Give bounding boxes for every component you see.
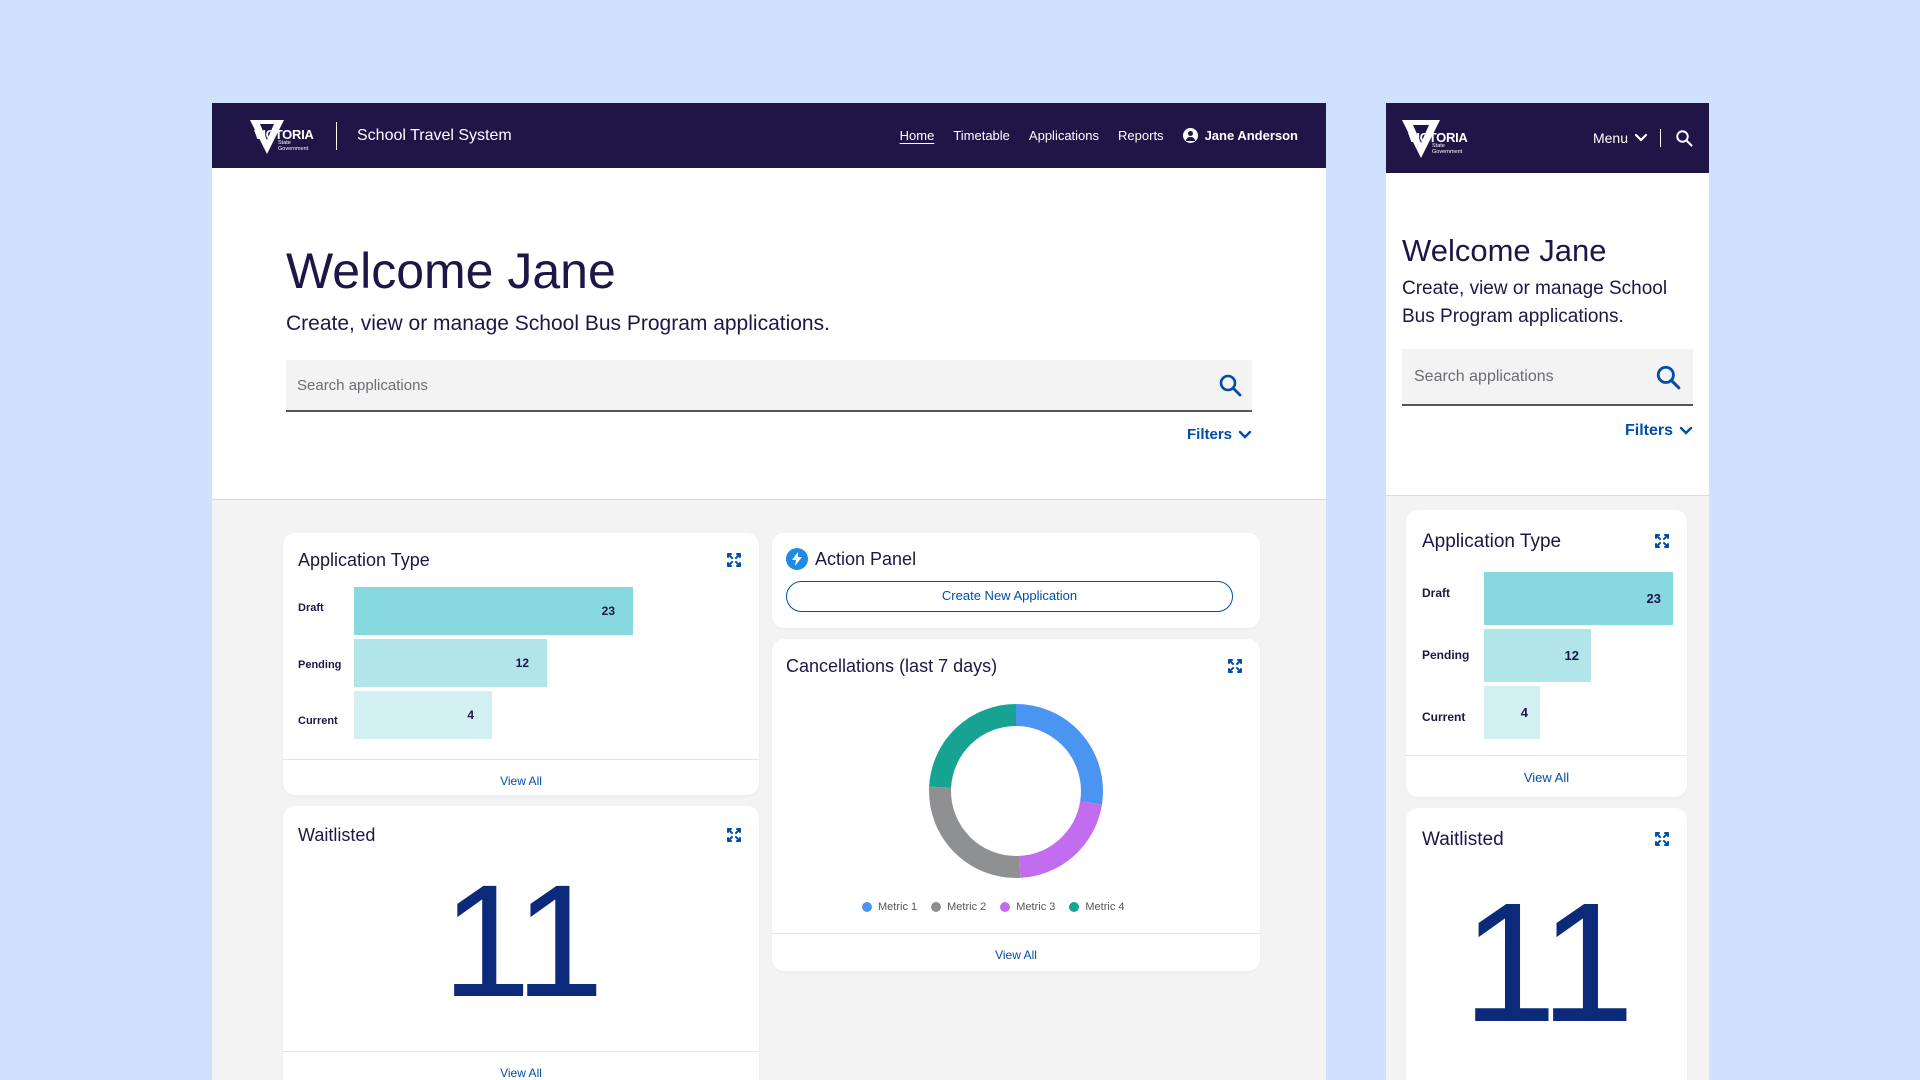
cancellations-card: Cancellations (last 7 days) Metric 1 Met… [772, 639, 1260, 971]
bar-draft[interactable]: 23 [354, 587, 633, 635]
view-all-link[interactable]: View All [1406, 755, 1687, 785]
filters-toggle[interactable]: Filters [1402, 422, 1693, 440]
legend-item: Metric 3 [1000, 901, 1055, 913]
bar-pending[interactable]: 12 [354, 639, 547, 687]
waitlisted-card: Waitlisted 11 [1406, 808, 1687, 1080]
page-subtitle: Create, view or manage School Bus Progra… [1402, 278, 1668, 327]
hero-section: Welcome Jane Create, view or manage Scho… [212, 168, 1326, 500]
card-title: Action Panel [815, 549, 917, 569]
card-title: Application Type [1422, 531, 1562, 552]
user-name: Jane Anderson [1204, 128, 1298, 143]
mobile-view: VICTORIA State Government Menu Welcome Ja… [1386, 103, 1709, 1080]
logo-subtext: State Government [278, 139, 309, 152]
search-icon[interactable] [1218, 373, 1242, 397]
app-title: School Travel System [357, 126, 512, 144]
card-title: Waitlisted [298, 825, 376, 845]
expand-icon[interactable] [1655, 832, 1669, 846]
menu-divider [1660, 129, 1661, 147]
create-new-application-button[interactable]: Create New Application [786, 581, 1233, 612]
legend-item: Metric 1 [862, 901, 917, 913]
legend-dot [1069, 902, 1080, 912]
bar-value: 23 [1646, 591, 1661, 606]
bar-draft[interactable]: 23 [1484, 572, 1673, 625]
bar-label: Draft [298, 602, 324, 614]
search-icon[interactable] [1655, 364, 1681, 390]
filters-label: Filters [1624, 422, 1673, 439]
page-title: Welcome Jane [286, 243, 616, 299]
legend-dot [862, 902, 872, 912]
lightning-bolt-icon [786, 548, 808, 570]
expand-icon[interactable] [1655, 534, 1669, 548]
legend-dot [931, 902, 942, 912]
view-all-link[interactable]: View All [283, 759, 759, 788]
expand-icon[interactable] [1228, 659, 1242, 673]
bar-value: 4 [467, 708, 474, 722]
bar-current[interactable]: 4 [1484, 686, 1540, 739]
search-input[interactable] [297, 376, 1218, 394]
waitlisted-card: Waitlisted 11 View All [283, 806, 759, 1080]
search-bar [1402, 349, 1693, 406]
bar-label: Pending [1422, 648, 1470, 662]
user-account-icon [1182, 128, 1198, 143]
bar-value: 23 [601, 604, 615, 618]
waitlisted-count: 11 [1462, 868, 1634, 1058]
filters-toggle[interactable]: Filters [286, 426, 1252, 443]
page-title: Welcome Jane [1402, 233, 1607, 268]
nav-timetable[interactable]: Timetable [953, 128, 1010, 143]
desktop-view: VICTORIA State Government School Travel S… [212, 103, 1326, 1080]
bar-label: Pending [298, 659, 342, 671]
bar-value: 12 [1564, 648, 1579, 663]
bar-label: Current [1422, 710, 1466, 724]
bar-label: Current [298, 715, 338, 727]
top-navigation-bar: VICTORIA State Government School Travel S… [212, 103, 1326, 168]
search-input[interactable] [1414, 367, 1655, 386]
search-bar [286, 360, 1252, 412]
card-title: Application Type [298, 550, 430, 570]
expand-icon[interactable] [727, 828, 741, 842]
chevron-down-icon [1238, 430, 1252, 439]
bar-pending[interactable]: 12 [1484, 629, 1591, 682]
nav-home[interactable]: Home [900, 128, 935, 143]
victoria-logo[interactable]: VICTORIA State Government [1402, 116, 1470, 160]
menu-label: Menu [1592, 130, 1628, 146]
page-subtitle: Create, view or manage School Bus Progra… [286, 312, 830, 335]
application-type-card: Application Type Draft 23 Pending 12 Cur… [1406, 510, 1687, 797]
mobile-top-bar: VICTORIA State Government Menu [1386, 103, 1709, 173]
chevron-down-icon [1634, 133, 1648, 142]
menu-button[interactable]: Menu [1593, 130, 1648, 146]
header-divider [336, 121, 337, 150]
logo-subtext: State Government [1432, 143, 1463, 155]
bar-label: Draft [1422, 586, 1451, 600]
bar-current[interactable]: 4 [354, 691, 492, 739]
victoria-logo[interactable]: VICTORIA State Government [248, 116, 316, 156]
legend-dot [1000, 902, 1011, 912]
search-icon[interactable] [1675, 129, 1693, 147]
user-menu[interactable]: Jane Anderson [1182, 128, 1298, 143]
application-type-card: Application Type Draft 23 Pending 12 Cur… [283, 533, 759, 795]
card-title: Cancellations (last 7 days) [786, 656, 998, 676]
main-nav: Home Timetable Applications Reports Jane… [900, 128, 1298, 143]
action-panel-card: Action Panel Create New Application [772, 533, 1260, 628]
view-all-link[interactable]: View All [283, 1051, 759, 1080]
view-all-link[interactable]: View All [772, 933, 1260, 962]
bar-value: 4 [1520, 705, 1528, 720]
filters-label: Filters [1186, 426, 1232, 443]
expand-icon[interactable] [727, 553, 741, 567]
nav-reports[interactable]: Reports [1118, 128, 1164, 143]
waitlisted-count: 11 [441, 851, 604, 1030]
chart-legend: Metric 1 Metric 2 Metric 3 Metric 4 [862, 901, 1125, 913]
hero-section: Welcome Jane Create, view or manage Scho… [1386, 173, 1709, 496]
card-title: Waitlisted [1422, 829, 1504, 850]
chevron-down-icon [1679, 426, 1693, 435]
legend-item: Metric 4 [1069, 901, 1125, 913]
bar-value: 12 [515, 656, 529, 670]
cancellations-donut-chart[interactable] [921, 696, 1111, 886]
legend-item: Metric 2 [931, 901, 986, 913]
nav-applications[interactable]: Applications [1029, 128, 1099, 143]
